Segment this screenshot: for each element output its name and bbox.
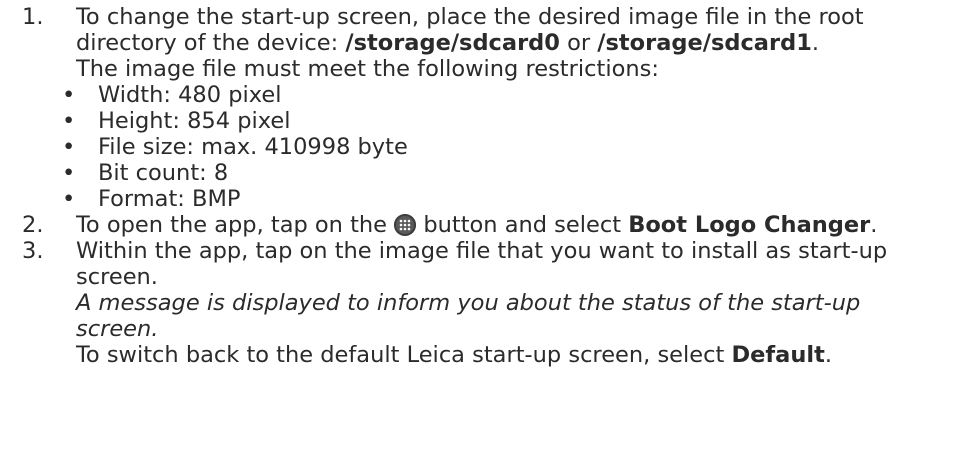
step-3-switch-default: To switch back to the default Leica star… xyxy=(76,342,833,368)
step-number: 3. xyxy=(22,238,44,264)
restriction-height: Height: 854 pixel xyxy=(98,108,291,134)
restriction-width: Width: 480 pixel xyxy=(98,82,282,108)
step-2-text: To open the app, tap on the button and s… xyxy=(76,212,878,238)
step-3-line-2: screen. xyxy=(76,264,158,290)
bullet: • xyxy=(62,82,76,108)
step-3-result-line-2: screen. xyxy=(76,316,159,342)
sdcard0-path: /storage/sdcard0 xyxy=(345,30,560,56)
step-number: 2. xyxy=(22,212,44,238)
restriction-file-size: File size: max. 410998 byte xyxy=(98,134,408,160)
bullet: • xyxy=(62,134,76,160)
restriction-bit-count: Bit count: 8 xyxy=(98,160,229,186)
step-1-line-1: To change the start-up screen, place the… xyxy=(76,4,864,30)
step-3-line-1: Within the app, tap on the image file th… xyxy=(76,238,888,264)
bullet: • xyxy=(62,108,76,134)
boot-logo-changer-label: Boot Logo Changer xyxy=(628,212,871,238)
bullet: • xyxy=(62,160,76,186)
step-1-line-2: directory of the device: /storage/sdcard… xyxy=(76,30,820,56)
restriction-format: Format: BMP xyxy=(98,186,241,212)
restrictions-intro: The image file must meet the following r… xyxy=(76,56,659,82)
step-number: 1. xyxy=(22,4,44,30)
step-3-result-line-1: A message is displayed to inform you abo… xyxy=(76,290,861,316)
apps-grid-icon xyxy=(394,214,417,236)
default-option-label: Default xyxy=(731,342,825,368)
sdcard1-path: /storage/sdcard1 xyxy=(597,30,812,56)
bullet: • xyxy=(62,186,76,212)
